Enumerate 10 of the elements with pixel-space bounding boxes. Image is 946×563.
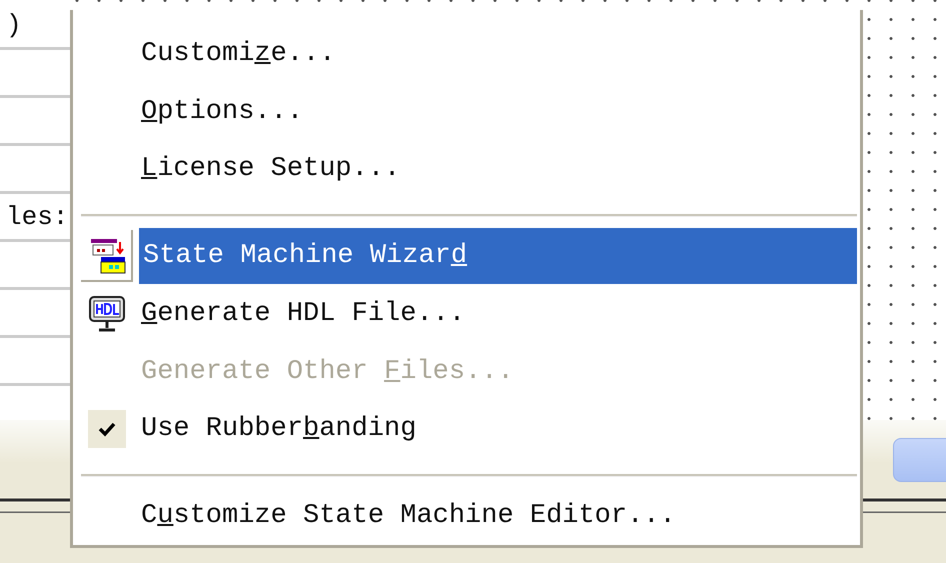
cell-text: )	[6, 10, 22, 40]
menu-item[interactable]: Options...	[81, 82, 857, 140]
menu-item[interactable]: Generate HDL File...	[81, 284, 857, 343]
menu-item[interactable]: License Setup...	[81, 140, 857, 198]
cell-text: les:	[6, 202, 68, 232]
menu-item[interactable]: Customize...	[81, 25, 857, 83]
toolbar-button[interactable]	[893, 438, 946, 482]
menu-item[interactable]: Use Rubberbanding	[81, 400, 857, 458]
monitor-icon	[87, 294, 127, 334]
menu-item[interactable]: Customize State Machine Editor...	[81, 487, 857, 545]
